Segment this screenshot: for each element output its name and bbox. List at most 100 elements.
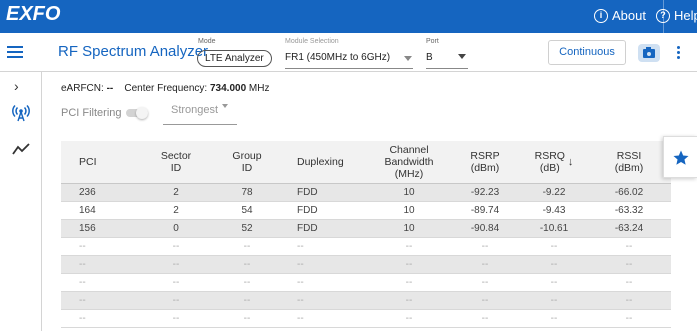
cell-group-id: -- xyxy=(215,237,279,256)
cell-pci: -- xyxy=(61,291,137,310)
strongest-select[interactable]: Strongest xyxy=(171,104,229,116)
table-row[interactable]: -- -- -- -- -- -- -- -- xyxy=(61,255,671,274)
cell-group-id: 52 xyxy=(215,219,279,238)
cell-rsrq: -- xyxy=(521,309,587,328)
cell-rssi: -- xyxy=(587,273,671,292)
cell-rssi: -- xyxy=(587,309,671,328)
cell-pci: -- xyxy=(61,255,137,274)
chevron-right-icon[interactable]: › xyxy=(14,78,19,94)
table-row[interactable]: -- -- -- -- -- -- -- -- xyxy=(61,291,671,310)
module-select[interactable]: FR1 (450MHz to 6GHz) xyxy=(285,52,390,63)
pci-filtering-label: PCI Filtering xyxy=(61,107,122,119)
table-header-row: PCI Sector ID Group ID Duplexing Channel Ba… xyxy=(61,141,671,184)
cell-rsrq: -10.61 xyxy=(521,219,587,238)
favorite-button[interactable] xyxy=(663,136,697,178)
cell-sector-id: -- xyxy=(137,237,215,256)
module-underline xyxy=(285,68,413,69)
table-row[interactable]: 164 2 54 FDD 10 -89.74 -9.43 -63.32 xyxy=(61,201,671,220)
camera-icon[interactable] xyxy=(638,44,660,62)
cell-rsrq: -- xyxy=(521,237,587,256)
column-header-pci[interactable]: PCI xyxy=(61,141,137,184)
port-label: Port xyxy=(426,38,439,45)
cell-rsrp: -92.23 xyxy=(449,183,521,202)
mode-label: Mode xyxy=(198,38,216,45)
cell-sector-id: -- xyxy=(137,309,215,328)
cell-channel-bandwidth: 10 xyxy=(369,201,449,220)
table-row[interactable]: -- -- -- -- -- -- -- -- xyxy=(61,237,671,256)
pci-table: PCI Sector ID Group ID Duplexing Channel Ba… xyxy=(61,141,671,331)
column-header-rssi[interactable]: RSSI (dBm) xyxy=(587,141,671,184)
help-label: Help xyxy=(674,8,697,23)
cell-rsrp: -- xyxy=(449,255,521,274)
cell-rsrp: -- xyxy=(449,273,521,292)
column-header-group-id[interactable]: Group ID xyxy=(215,141,279,184)
exfo-logo: EXFO xyxy=(6,3,61,25)
cell-duplexing: -- xyxy=(279,255,369,274)
cell-pci: -- xyxy=(61,273,137,292)
help-button[interactable]: ? Help xyxy=(656,8,697,23)
cell-channel-bandwidth: -- xyxy=(369,273,449,292)
cell-sector-id: -- xyxy=(137,291,215,310)
cell-duplexing: FDD xyxy=(279,219,369,238)
continuous-button[interactable]: Continuous xyxy=(548,40,626,65)
strongest-value: Strongest xyxy=(171,104,219,116)
column-header-duplexing[interactable]: Duplexing xyxy=(279,141,369,184)
cell-rsrq: -9.22 xyxy=(521,183,587,202)
table-row[interactable]: 156 0 52 FDD 10 -90.84 -10.61 -63.24 xyxy=(61,219,671,238)
help-icon: ? xyxy=(656,8,670,23)
table-row[interactable]: -- -- -- -- -- -- -- -- xyxy=(61,273,671,292)
port-dropdown-icon[interactable] xyxy=(458,54,466,59)
info-icon: i xyxy=(594,8,608,23)
about-button[interactable]: i About xyxy=(594,8,646,23)
cell-group-id: 54 xyxy=(215,201,279,220)
cell-sector-id: 0 xyxy=(137,219,215,238)
cell-rssi: -- xyxy=(587,237,671,256)
cell-sector-id: -- xyxy=(137,273,215,292)
cell-duplexing: -- xyxy=(279,309,369,328)
column-header-rsrp[interactable]: RSRP (dBm) xyxy=(449,141,521,184)
column-header-sector-id[interactable]: Sector ID xyxy=(137,141,215,184)
app-title: RF Spectrum Analyzer xyxy=(58,43,209,60)
strongest-underline xyxy=(163,124,237,125)
more-options-icon[interactable] xyxy=(677,46,680,61)
cell-pci: -- xyxy=(61,309,137,328)
cell-group-id: -- xyxy=(215,273,279,292)
cell-rsrp: -89.74 xyxy=(449,201,521,220)
cell-channel-bandwidth: -- xyxy=(369,309,449,328)
port-select[interactable]: B xyxy=(426,52,433,63)
module-dropdown-icon[interactable] xyxy=(404,56,412,61)
sort-down-icon[interactable]: ↓ xyxy=(568,156,574,168)
cell-group-id: -- xyxy=(215,291,279,310)
mode-select[interactable]: LTE Analyzer xyxy=(197,50,272,67)
cell-channel-bandwidth: -- xyxy=(369,237,449,256)
column-header-channel-bandwidth[interactable]: Channel Bandwidth (MHz) xyxy=(369,141,449,184)
cell-channel-bandwidth: 10 xyxy=(369,183,449,202)
table-row[interactable]: -- -- -- -- -- -- -- -- xyxy=(61,309,671,328)
cell-pci: 236 xyxy=(61,183,137,202)
cell-channel-bandwidth: -- xyxy=(369,255,449,274)
cell-rsrq: -- xyxy=(521,273,587,292)
antenna-icon[interactable] xyxy=(12,104,30,122)
cell-rssi: -63.24 xyxy=(587,219,671,238)
toolbar: RF Spectrum Analyzer Mode LTE Analyzer M… xyxy=(0,33,697,72)
menu-icon[interactable] xyxy=(7,46,23,58)
trend-chart-icon[interactable] xyxy=(12,142,30,156)
cell-pci: -- xyxy=(61,237,137,256)
cell-duplexing: -- xyxy=(279,291,369,310)
center-frequency-label: Center Frequency: xyxy=(124,83,208,94)
table-row[interactable]: 236 2 78 FDD 10 -92.23 -9.22 -66.02 xyxy=(61,183,671,202)
center-frequency-unit: MHz xyxy=(248,83,270,94)
about-label: About xyxy=(612,8,646,23)
top-bar: EXFO i About ? Help xyxy=(0,0,697,33)
cell-channel-bandwidth: -- xyxy=(369,291,449,310)
strongest-dropdown-icon[interactable] xyxy=(222,104,229,108)
cell-channel-bandwidth: 10 xyxy=(369,219,449,238)
pci-filtering-toggle[interactable] xyxy=(126,107,148,119)
earfcn-label: eARFCN: xyxy=(61,83,104,94)
cell-rssi: -- xyxy=(587,291,671,310)
cell-rsrp: -90.84 xyxy=(449,219,521,238)
cell-rsrq: -- xyxy=(521,255,587,274)
cell-sector-id: 2 xyxy=(137,183,215,202)
column-header-rsrq[interactable]: RSRQ (dB) ↓ xyxy=(521,141,587,184)
cell-group-id: -- xyxy=(215,309,279,328)
